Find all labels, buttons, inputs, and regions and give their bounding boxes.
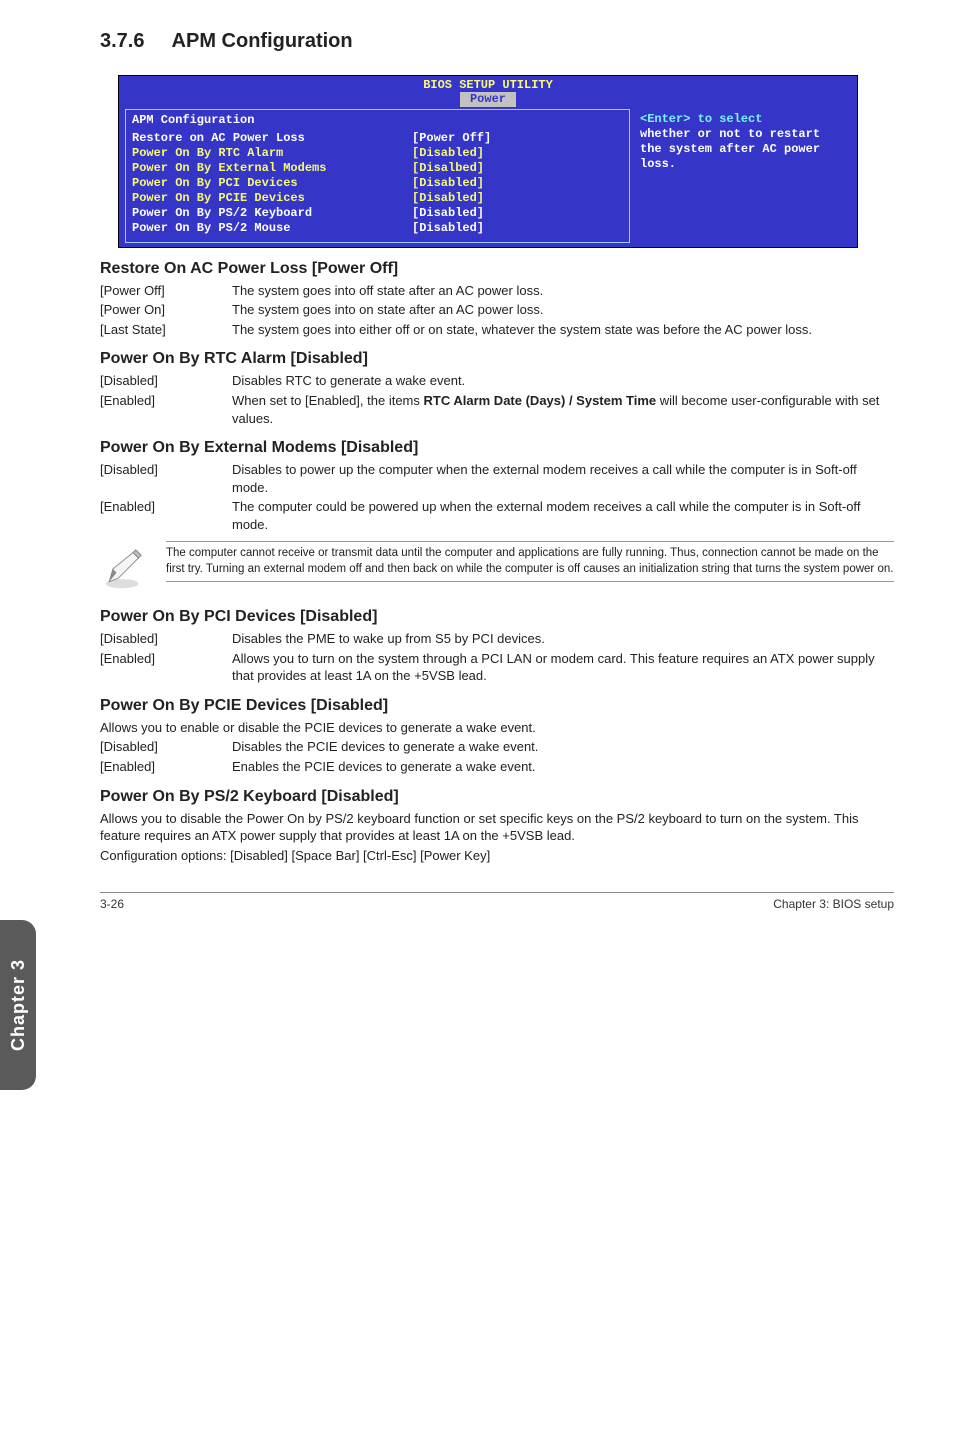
option-paragraph: Allows you to disable the Power On by PS… — [100, 810, 894, 845]
option-key: [Enabled] — [100, 650, 232, 685]
option-value: The computer could be powered up when th… — [232, 498, 894, 533]
option-value: The system goes into on state after an A… — [232, 301, 894, 319]
bios-active-tab: Power — [460, 92, 516, 106]
option-value: Disables the PME to wake up from S5 by P… — [232, 630, 894, 648]
bios-row: Power On By PCI Devices[Disabled] — [132, 176, 623, 191]
page-number: 3-26 — [100, 897, 124, 911]
option-key: [Power On] — [100, 301, 232, 319]
option-heading: Power On By PS/2 Keyboard [Disabled] — [100, 788, 894, 806]
option-key: [Enabled] — [100, 392, 232, 427]
bios-row-label: Restore on AC Power Loss — [132, 131, 412, 146]
option-row: [Power Off]The system goes into off stat… — [100, 282, 894, 300]
bios-row-label: Power On By PS/2 Keyboard — [132, 206, 412, 221]
option-value: Disables to power up the computer when t… — [232, 461, 894, 496]
option-heading: Power On By External Modems [Disabled] — [100, 439, 894, 457]
bios-row: Power On By PCIE Devices[Disabled] — [132, 191, 623, 206]
option-value: When set to [Enabled], the items RTC Ala… — [232, 392, 894, 427]
option-row: [Enabled]The computer could be powered u… — [100, 498, 894, 533]
bios-row-label: Power On By PS/2 Mouse — [132, 221, 412, 236]
bios-help-key: <Enter> — [640, 112, 690, 126]
bios-title: BIOS SETUP UTILITY Power — [119, 76, 857, 109]
option-value: The system goes into either off or on st… — [232, 321, 894, 339]
option-value: Disables the PCIE devices to generate a … — [232, 738, 894, 756]
option-value: The system goes into off state after an … — [232, 282, 894, 300]
pencil-note-icon — [100, 541, 148, 596]
option-value: Allows you to turn on the system through… — [232, 650, 894, 685]
bios-help-pane: <Enter> to select whether or not to rest… — [636, 109, 851, 243]
bios-row-label: Power On By PCI Devices — [132, 176, 412, 191]
option-key: [Disabled] — [100, 738, 232, 756]
option-row: [Enabled]Allows you to turn on the syste… — [100, 650, 894, 685]
chapter-side-tab-label: Chapter 3 — [8, 959, 29, 1051]
bios-row-value: [Disabled] — [412, 176, 484, 191]
bios-row-value: [Disabled] — [412, 191, 484, 206]
option-paragraph: Configuration options: [Disabled] [Space… — [100, 847, 894, 865]
section-heading: 3.7.6 APM Configuration — [100, 30, 894, 53]
option-key: [Disabled] — [100, 461, 232, 496]
bios-row: Power On By PS/2 Mouse[Disabled] — [132, 221, 623, 236]
footer-chapter: Chapter 3: BIOS setup — [773, 897, 894, 911]
option-row: [Last State]The system goes into either … — [100, 321, 894, 339]
bios-row-label: Power On By RTC Alarm — [132, 146, 412, 161]
bios-row: Power On By RTC Alarm[Disabled] — [132, 146, 623, 161]
section-title-text: APM Configuration — [172, 30, 353, 52]
option-key: [Disabled] — [100, 630, 232, 648]
option-key: [Power Off] — [100, 282, 232, 300]
option-key: [Enabled] — [100, 758, 232, 776]
option-row: [Disabled]Disables RTC to generate a wak… — [100, 372, 894, 390]
section-number: 3.7.6 — [100, 30, 144, 52]
bios-pane-title: APM Configuration — [132, 113, 623, 127]
chapter-side-tab: Chapter 3 — [0, 920, 36, 1090]
bios-row-value: [Disabled] — [412, 221, 484, 236]
option-heading: Power On By RTC Alarm [Disabled] — [100, 350, 894, 368]
option-heading: Power On By PCIE Devices [Disabled] — [100, 697, 894, 715]
bios-title-text: BIOS SETUP UTILITY — [423, 78, 553, 92]
option-key: [Enabled] — [100, 498, 232, 533]
option-row: [Enabled]Enables the PCIE devices to gen… — [100, 758, 894, 776]
note-callout: The computer cannot receive or transmit … — [100, 541, 894, 596]
bios-help-desc: whether or not to restart the system aft… — [640, 127, 820, 171]
bios-row-label: Power On By PCIE Devices — [132, 191, 412, 206]
option-row: [Power On]The system goes into on state … — [100, 301, 894, 319]
option-value: Disables RTC to generate a wake event. — [232, 372, 894, 390]
bios-row: Restore on AC Power Loss[Power Off] — [132, 131, 623, 146]
option-heading: Restore On AC Power Loss [Power Off] — [100, 260, 894, 278]
option-intro: Allows you to enable or disable the PCIE… — [100, 719, 894, 737]
option-value: Enables the PCIE devices to generate a w… — [232, 758, 894, 776]
bios-row-value: [Disabled] — [412, 146, 484, 161]
bios-row: Power On By External Modems[Disalbed] — [132, 161, 623, 176]
bios-row-value: [Disalbed] — [412, 161, 484, 176]
option-row: [Disabled]Disables the PCIE devices to g… — [100, 738, 894, 756]
bios-screenshot: BIOS SETUP UTILITY Power APM Configurati… — [118, 75, 858, 248]
option-key: [Disabled] — [100, 372, 232, 390]
bios-row-value: [Disabled] — [412, 206, 484, 221]
bios-left-pane: APM Configuration Restore on AC Power Lo… — [125, 109, 630, 243]
option-row: [Disabled]Disables to power up the compu… — [100, 461, 894, 496]
option-row: [Disabled]Disables the PME to wake up fr… — [100, 630, 894, 648]
bios-help-text: to select — [690, 112, 762, 126]
option-heading: Power On By PCI Devices [Disabled] — [100, 608, 894, 626]
option-key: [Last State] — [100, 321, 232, 339]
option-row: [Enabled]When set to [Enabled], the item… — [100, 392, 894, 427]
bios-row-label: Power On By External Modems — [132, 161, 412, 176]
page-footer: 3-26 Chapter 3: BIOS setup — [100, 892, 894, 911]
bios-row: Power On By PS/2 Keyboard[Disabled] — [132, 206, 623, 221]
bios-row-value: [Power Off] — [412, 131, 491, 146]
note-text: The computer cannot receive or transmit … — [166, 542, 894, 581]
